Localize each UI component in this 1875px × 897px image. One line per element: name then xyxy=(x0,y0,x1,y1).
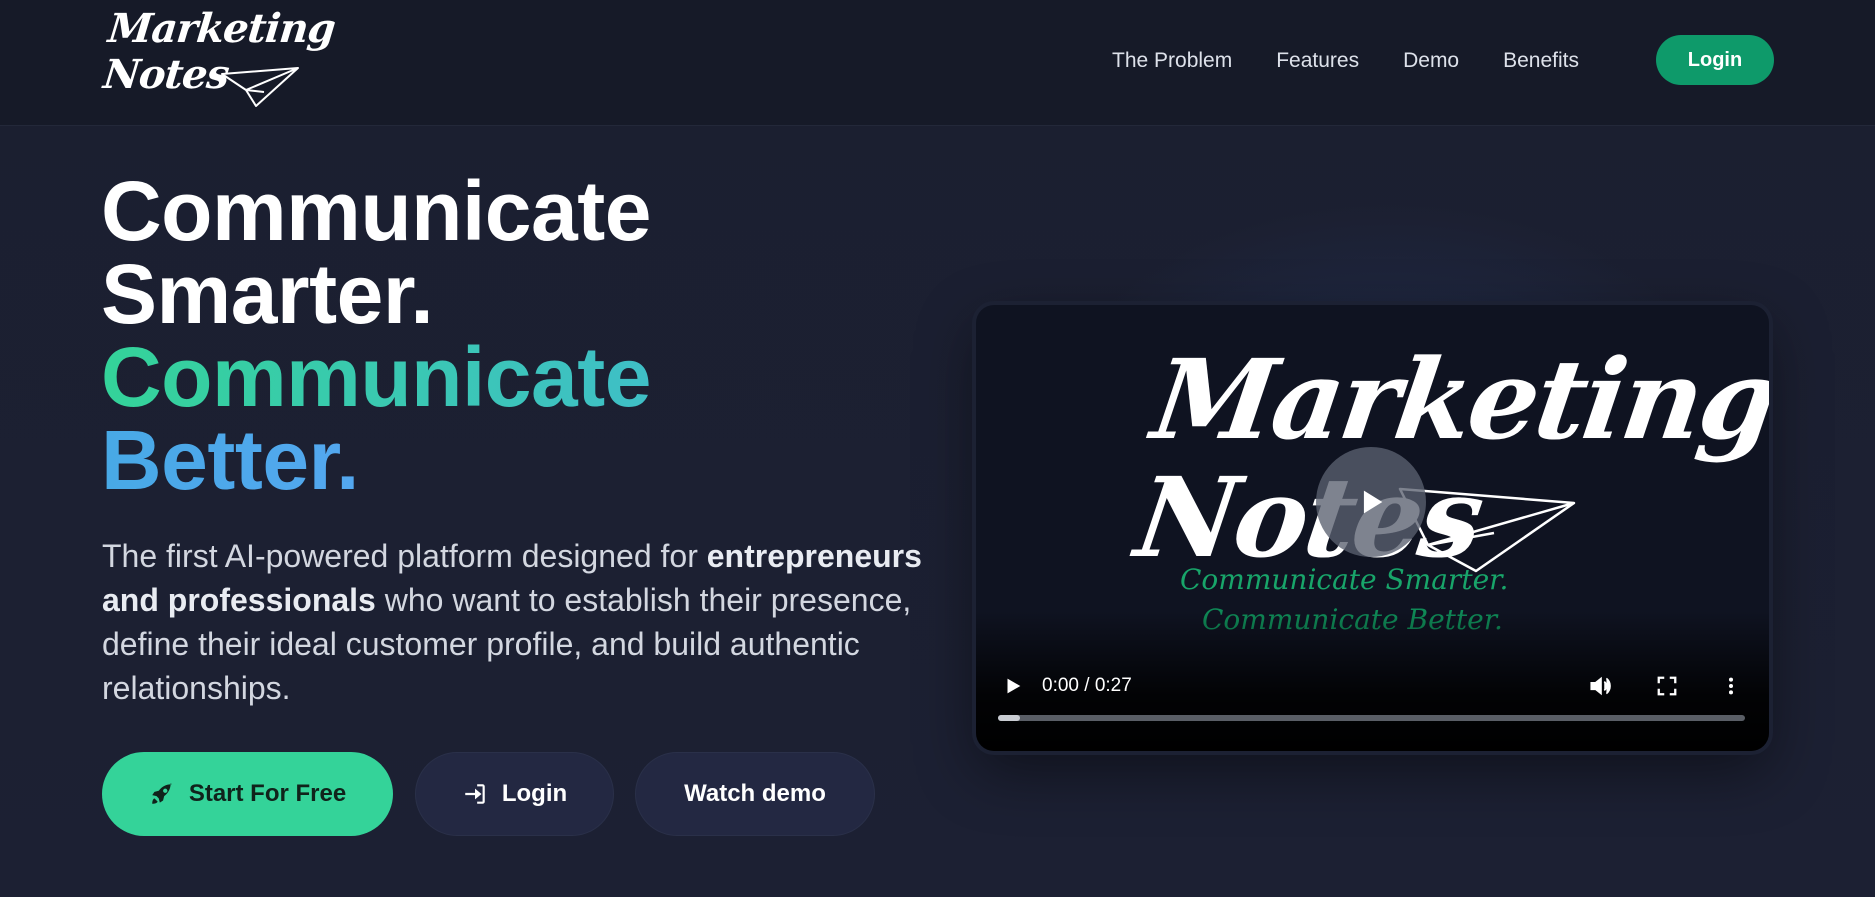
nav-link-features[interactable]: Features xyxy=(1276,49,1359,73)
play-icon xyxy=(1007,678,1021,694)
video-tagline-1: Communicate Smarter. xyxy=(1180,563,1509,596)
hero-section: Communicate Smarter. Communicate Better.… xyxy=(0,126,1875,897)
more-vertical-icon xyxy=(1728,677,1734,695)
video-time: 0:00 / 0:27 xyxy=(1042,675,1132,696)
watch-demo-button[interactable]: Watch demo xyxy=(635,752,875,836)
fullscreen-button[interactable] xyxy=(1656,675,1678,702)
fullscreen-icon xyxy=(1657,676,1677,696)
nav-link-demo[interactable]: Demo xyxy=(1403,49,1459,73)
start-for-free-label: Start For Free xyxy=(188,780,347,807)
headline-line-3: Communicate xyxy=(101,330,651,424)
description-part-1: The first AI-powered platform designed f… xyxy=(102,538,698,574)
hero-headline: Communicate Smarter. Communicate Better. xyxy=(101,164,651,502)
main-nav: The Problem Features Demo Benefits xyxy=(1112,38,1623,84)
header-login-button[interactable]: Login xyxy=(1656,35,1774,85)
play-icon xyxy=(1363,490,1383,514)
nav-link-benefits[interactable]: Benefits xyxy=(1503,49,1579,73)
more-options-button[interactable] xyxy=(1720,673,1742,704)
volume-icon xyxy=(1590,676,1611,696)
rocket-icon xyxy=(149,781,175,807)
login-button[interactable]: Login xyxy=(415,752,614,836)
video-progress-bar[interactable] xyxy=(998,715,1745,721)
paper-plane-icon xyxy=(221,67,299,107)
start-for-free-button[interactable]: Start For Free xyxy=(102,752,393,836)
nav-link-the-problem[interactable]: The Problem xyxy=(1112,49,1232,73)
video-progress-fill xyxy=(998,715,1021,721)
hero-description: The first AI-powered platform designed f… xyxy=(102,534,922,710)
login-label: Login xyxy=(501,780,568,807)
logo-line-1: Marketing xyxy=(106,5,338,52)
headline-line-4: Better. xyxy=(101,418,651,502)
big-play-button[interactable] xyxy=(1316,447,1426,557)
control-play-button[interactable] xyxy=(1002,675,1024,702)
video-logo-line-1: Marketing xyxy=(1145,335,1769,464)
brand-logo[interactable]: Marketing Notes xyxy=(101,5,337,110)
demo-video-player[interactable]: Marketing Notes Communicate Smarter. Com… xyxy=(976,305,1769,751)
volume-button[interactable] xyxy=(1588,673,1614,704)
headline-line-1: Communicate xyxy=(101,164,651,258)
sign-in-icon xyxy=(462,781,488,807)
site-header: Marketing Notes The Problem Features Dem… xyxy=(0,0,1875,126)
headline-line-2: Smarter. xyxy=(101,247,434,341)
